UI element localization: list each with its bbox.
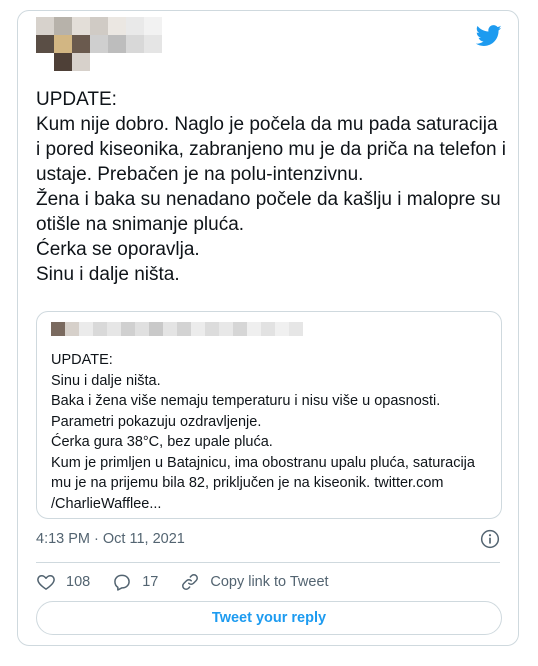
reply-count: 17	[142, 574, 159, 590]
twitter-bird-icon[interactable]	[476, 25, 502, 47]
like-button[interactable]: 108	[36, 572, 90, 592]
copy-link-button[interactable]: Copy link to Tweet	[180, 572, 329, 592]
info-icon[interactable]	[480, 529, 500, 549]
tweet-actions: 108 17 Copy link to Tweet	[36, 569, 351, 595]
divider	[36, 562, 500, 563]
blurred-quoted-author	[51, 322, 303, 336]
quoted-tweet-text: UPDATE: Sinu i dalje ništa. Baka i žena …	[51, 352, 475, 512]
tweet-text: UPDATE: Kum nije dobro. Naglo je počela …	[36, 89, 507, 285]
tweet-card: UPDATE: Kum nije dobro. Naglo je počela …	[17, 10, 519, 646]
quoted-tweet[interactable]: UPDATE: Sinu i dalje ništa. Baka i žena …	[36, 311, 502, 519]
blurred-avatar-username	[36, 17, 162, 71]
copy-link-label: Copy link to Tweet	[210, 574, 329, 590]
like-count: 108	[66, 574, 91, 590]
heart-icon	[37, 575, 55, 590]
tweet-timestamp[interactable]: 4:13 PM · Oct 11, 2021	[36, 531, 185, 547]
link-icon	[182, 574, 199, 590]
reply-action-button[interactable]: 17	[112, 572, 158, 592]
speech-bubble-icon	[114, 574, 131, 591]
tweet-your-reply-button[interactable]: Tweet your reply	[36, 601, 502, 635]
